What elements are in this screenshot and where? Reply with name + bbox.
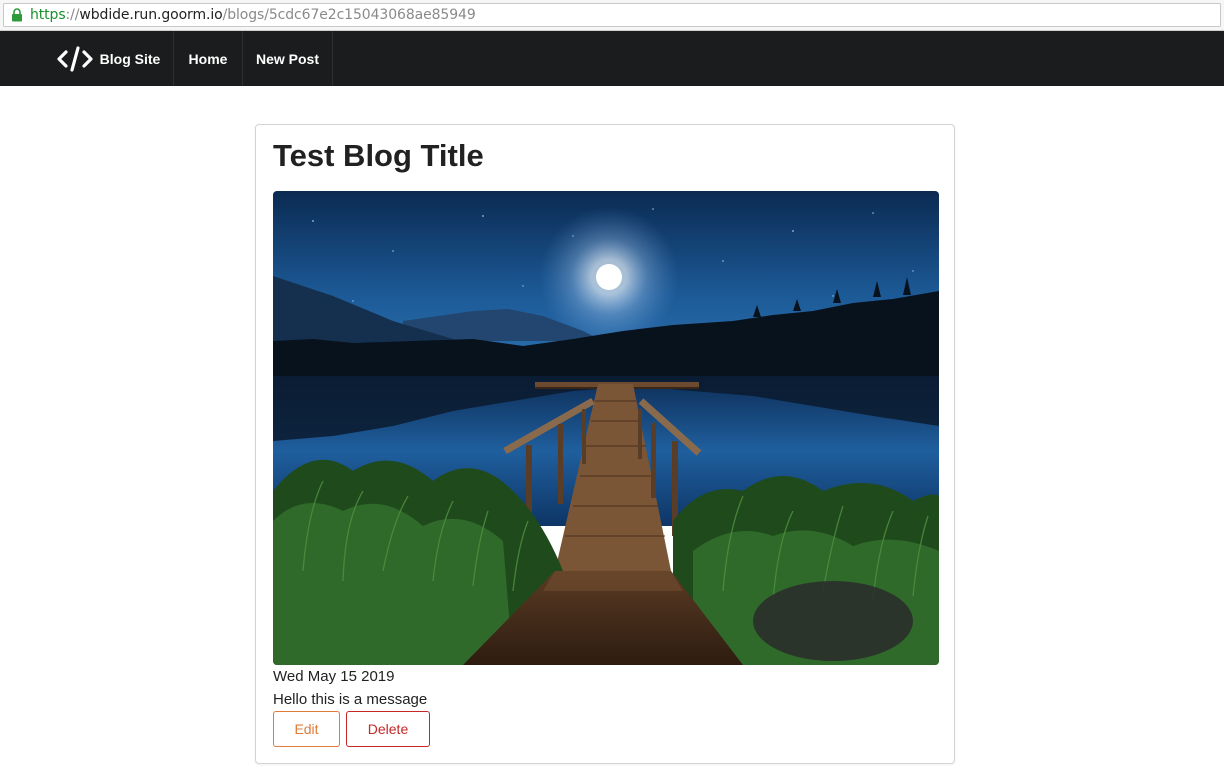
url-scheme: https: [30, 7, 66, 23]
blog-post-card: Test Blog Title Wed May 15 2019 Hello th…: [255, 124, 955, 764]
code-icon: [57, 45, 93, 72]
brand-label: Blog Site: [99, 50, 161, 67]
browser-address-bar: https://wbdide.run.goorm.io/blogs/5cdc67…: [0, 0, 1224, 31]
url-separator: ://: [65, 7, 80, 23]
post-body: Hello this is a message: [273, 691, 428, 708]
url-host: wbdide.run.goorm.io: [79, 7, 223, 23]
top-navbar: Blog Site Home New Post: [0, 31, 1224, 86]
brand-link[interactable]: Blog Site: [44, 31, 173, 86]
nav-home[interactable]: Home: [173, 31, 242, 86]
url-text: https://wbdide.run.goorm.io/blogs/5cdc67…: [30, 7, 476, 23]
post-image: [273, 191, 939, 665]
edit-button[interactable]: Edit: [273, 711, 340, 747]
delete-button[interactable]: Delete: [346, 711, 430, 747]
url-path: /blogs/5cdc67e2c15043068ae85949: [222, 7, 476, 23]
post-date: Wed May 15 2019: [273, 668, 395, 685]
url-field[interactable]: https://wbdide.run.goorm.io/blogs/5cdc67…: [3, 3, 1221, 27]
post-title: Test Blog Title: [273, 138, 484, 173]
nav-new-post[interactable]: New Post: [242, 31, 333, 86]
lock-icon: [4, 4, 30, 26]
